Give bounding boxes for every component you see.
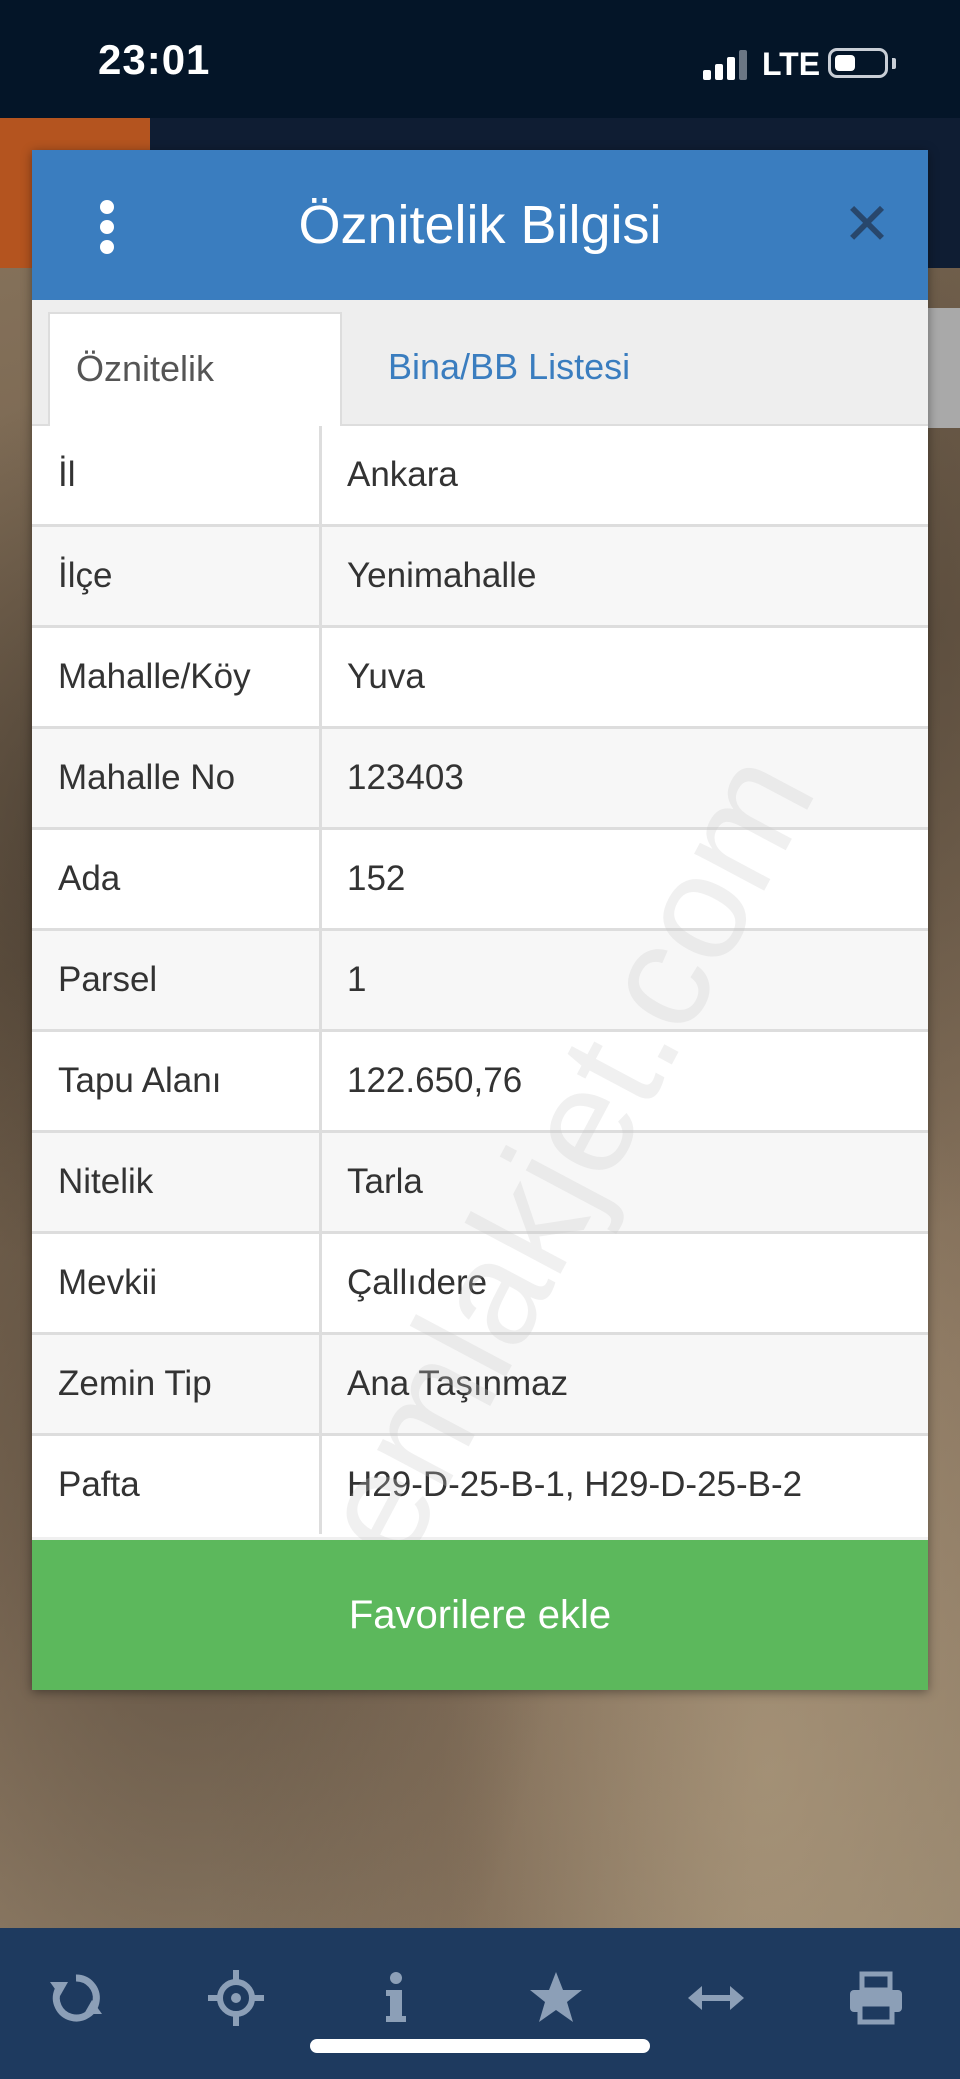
attr-key: Nitelik — [32, 1133, 322, 1231]
table-row: Ada 152 — [32, 830, 928, 931]
tab-building-list[interactable]: Bina/BB Listesi — [362, 312, 656, 428]
bottom-toolbar — [0, 1928, 960, 2079]
table-row: Parsel 1 — [32, 931, 928, 1032]
table-row: Nitelik Tarla — [32, 1133, 928, 1234]
attr-key: Mevkii — [32, 1234, 322, 1332]
attr-value: Tarla — [347, 1162, 423, 1201]
info-icon[interactable] — [366, 1968, 426, 2028]
attr-value: Çallıdere — [347, 1263, 488, 1302]
map-side-strip — [925, 308, 960, 428]
measure-icon[interactable] — [686, 1968, 746, 2028]
attr-value: Ana Taşınmaz — [347, 1364, 569, 1403]
attr-value: H29-D-25-B-1, H29-D-25-B-2 — [347, 1465, 803, 1504]
signal-icon — [703, 48, 749, 80]
table-row: Pafta H29-D-25-B-1, H29-D-25-B-2 — [32, 1436, 928, 1537]
add-to-favorites-button[interactable]: Favorilere ekle — [32, 1540, 928, 1690]
print-icon[interactable] — [846, 1968, 906, 2028]
attr-key: İlçe — [32, 527, 322, 625]
attr-value: 152 — [347, 859, 406, 898]
attribute-info-modal: Öznitelik Bilgisi ✕ Öznitelik Bilgisi Bi… — [32, 150, 928, 1690]
table-row: Zemin Tip Ana Taşınmaz — [32, 1335, 928, 1436]
status-time: 23:01 — [98, 36, 211, 83]
attribute-table: İl Ankara İlçe Yenimahalle Mahalle/Köy Y… — [32, 426, 928, 1537]
attr-key: Parsel — [32, 931, 322, 1029]
battery-icon — [828, 48, 888, 78]
attr-value: 122.650,76 — [347, 1061, 523, 1100]
attr-value: 123403 — [347, 758, 464, 797]
attr-key: Zemin Tip — [32, 1335, 322, 1433]
locate-icon[interactable] — [206, 1968, 266, 2028]
status-bar: 23:01 LTE — [0, 0, 960, 118]
attr-key: Tapu Alanı — [32, 1032, 322, 1130]
attr-key: Ada — [32, 830, 322, 928]
table-row: Tapu Alanı 122.650,76 — [32, 1032, 928, 1133]
tab-bar: Öznitelik Bilgisi Bina/BB Listesi — [32, 300, 928, 499]
table-row: Mahalle No 123403 — [32, 729, 928, 830]
attr-key: Mahalle/Köy — [32, 628, 322, 726]
modal-title: Öznitelik Bilgisi — [298, 195, 662, 255]
tab-attribute-info[interactable]: Öznitelik Bilgisi — [48, 312, 342, 499]
table-row: İl Ankara — [32, 426, 928, 527]
battery-tip — [892, 58, 896, 69]
network-type: LTE — [762, 46, 821, 82]
table-row: Mevkii Çallıdere — [32, 1234, 928, 1335]
attr-key: Pafta — [32, 1436, 322, 1534]
close-icon[interactable]: ✕ — [842, 196, 892, 254]
attr-value: Ankara — [347, 455, 458, 494]
home-indicator[interactable] — [310, 2039, 650, 2053]
table-row: Mahalle/Köy Yuva — [32, 628, 928, 729]
table-row: İlçe Yenimahalle — [32, 527, 928, 628]
attr-value: 1 — [347, 960, 367, 999]
attr-value: Yuva — [347, 657, 425, 696]
attr-value: Yenimahalle — [347, 556, 537, 595]
attr-key: Mahalle No — [32, 729, 322, 827]
attr-key: İl — [32, 426, 322, 524]
refresh-icon[interactable] — [46, 1968, 106, 2028]
modal-header: Öznitelik Bilgisi ✕ — [32, 150, 928, 300]
star-icon[interactable] — [526, 1968, 586, 2028]
